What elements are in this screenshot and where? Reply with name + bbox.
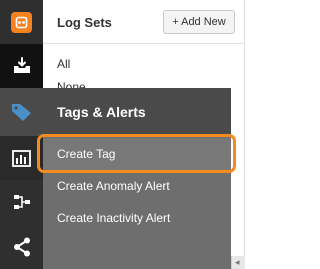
panel-header: Log Sets + Add New xyxy=(43,0,245,44)
logo-icon xyxy=(11,11,32,33)
highlight-ring xyxy=(37,134,236,173)
nav-log-sets[interactable] xyxy=(0,44,43,88)
collapse-handle[interactable]: ◂ xyxy=(231,256,245,269)
flyout-title: Tags & Alerts xyxy=(57,104,146,120)
panel-title: Log Sets xyxy=(57,15,112,30)
menu-item-create-inactivity-alert[interactable]: Create Inactivity Alert xyxy=(43,202,231,234)
add-new-button[interactable]: + Add New xyxy=(163,10,235,34)
flyout-header[interactable]: Tags & Alerts xyxy=(0,88,231,136)
logo[interactable] xyxy=(0,0,43,44)
inbox-icon xyxy=(13,57,30,73)
tag-icon xyxy=(12,104,31,121)
chevron-left-icon: ◂ xyxy=(235,257,240,267)
tags-alerts-flyout: Tags & Alerts Create Tag Create Anomaly … xyxy=(0,88,231,269)
menu-item-create-anomaly-alert[interactable]: Create Anomaly Alert xyxy=(43,170,231,202)
log-set-item-all[interactable]: All xyxy=(57,57,70,71)
